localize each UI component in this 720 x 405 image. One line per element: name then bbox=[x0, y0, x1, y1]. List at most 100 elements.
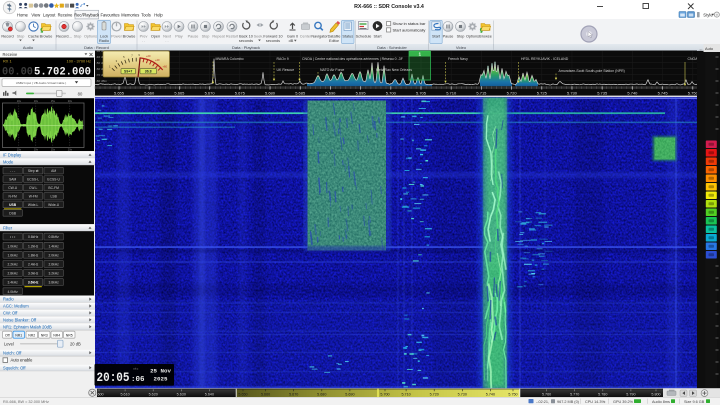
svg-text:20 dB: 20 dB bbox=[70, 342, 81, 347]
svg-text:Pause: Pause bbox=[188, 34, 199, 38]
svg-text:5.760: 5.760 bbox=[542, 393, 551, 397]
svg-text:Play: Play bbox=[175, 34, 182, 38]
svg-text:Options: Options bbox=[84, 34, 97, 38]
svg-text:Tools: Tools bbox=[141, 13, 151, 18]
svg-text:Options: Options bbox=[466, 34, 479, 38]
svg-text:Mode: Mode bbox=[3, 159, 14, 164]
svg-text:Wide-L: Wide-L bbox=[28, 203, 39, 207]
svg-text:N-FM: N-FM bbox=[9, 195, 17, 199]
svg-text:2.6kHz: 2.6kHz bbox=[49, 263, 60, 267]
svg-text:3.6kHz: 3.6kHz bbox=[28, 281, 39, 285]
svg-text:CPU 14.3%: CPU 14.3% bbox=[585, 400, 605, 404]
svg-text:Layout: Layout bbox=[43, 13, 56, 18]
svg-text:5.660: 5.660 bbox=[144, 90, 155, 95]
svg-text:Video: Video bbox=[456, 45, 467, 50]
svg-text:5.725: 5.725 bbox=[537, 90, 548, 95]
svg-text:Lock: Lock bbox=[100, 34, 108, 38]
svg-text:NR1: Ephraim Malah 20dB: NR1: Ephraim Malah 20dB bbox=[3, 324, 52, 329]
svg-text:5.800: 5.800 bbox=[651, 393, 660, 397]
svg-text:10s: 10s bbox=[34, 148, 39, 152]
svg-text:Notch: Off: Notch: Off bbox=[3, 350, 22, 355]
svg-text:2.2kHz: 2.2kHz bbox=[8, 263, 19, 267]
svg-text:NR2: NR2 bbox=[28, 333, 35, 337]
svg-text:5.720: 5.720 bbox=[430, 393, 439, 397]
svg-text:+40: +40 bbox=[155, 58, 160, 62]
svg-text:15s: 15s bbox=[51, 99, 56, 103]
svg-text:Rec/Playback: Rec/Playback bbox=[74, 13, 100, 18]
svg-text:5.780: 5.780 bbox=[598, 393, 607, 397]
svg-text:LSB: LSB bbox=[51, 195, 58, 199]
svg-text:Stop: Stop bbox=[17, 34, 25, 38]
svg-text:↕: ↕ bbox=[604, 400, 606, 404]
svg-text:5.685: 5.685 bbox=[295, 90, 306, 95]
svg-text:NATO Air Force: NATO Air Force bbox=[320, 68, 344, 72]
svg-text:3.0kHz: 3.0kHz bbox=[28, 272, 39, 276]
svg-text:RX 1: RX 1 bbox=[3, 59, 12, 64]
svg-text:2025: 2025 bbox=[154, 376, 168, 383]
svg-text:10s: 10s bbox=[34, 99, 39, 103]
svg-text:5.655: 5.655 bbox=[114, 90, 125, 95]
svg-text:BC-FM: BC-FM bbox=[48, 186, 59, 190]
svg-text:NR5: NR5 bbox=[66, 333, 73, 337]
svg-text:Size 9.6 GB: Size 9.6 GB bbox=[684, 400, 705, 404]
svg-text:5.740: 5.740 bbox=[486, 393, 495, 397]
svg-text:RX-666 :: SDR Console v3.4: RX-666 :: SDR Console v3.4 bbox=[354, 4, 424, 10]
svg-text:1.4kHz: 1.4kHz bbox=[49, 244, 60, 248]
svg-text:French Navy: French Navy bbox=[448, 57, 468, 61]
svg-text:10s: 10s bbox=[17, 148, 22, 152]
svg-text:36.8: 36.8 bbox=[145, 70, 152, 74]
svg-text:5.730: 5.730 bbox=[567, 90, 578, 95]
svg-text:Datafile: Datafile bbox=[328, 34, 341, 38]
svg-text:Metz Rax New Orleans: Metz Rax New Orleans bbox=[376, 68, 412, 72]
svg-text:. .: . . bbox=[142, 39, 145, 43]
svg-text:HFDL REYKJAVIK - ICELAND: HFDL REYKJAVIK - ICELAND bbox=[521, 57, 569, 61]
svg-text:5.790: 5.790 bbox=[626, 393, 635, 397]
svg-text:+20: +20 bbox=[146, 54, 151, 58]
svg-text:3.2kHz: 3.2kHz bbox=[49, 272, 60, 276]
svg-text:3.8kHz: 3.8kHz bbox=[49, 281, 60, 285]
svg-text:Back 10: Back 10 bbox=[239, 34, 253, 38]
svg-text:5.680: 5.680 bbox=[317, 393, 326, 397]
svg-text:Cache: Cache bbox=[28, 34, 39, 38]
svg-text:5.675: 5.675 bbox=[235, 90, 246, 95]
svg-text:Start automatically: Start automatically bbox=[393, 28, 426, 33]
svg-text:Level: Level bbox=[4, 342, 14, 347]
svg-text:Record...: Record... bbox=[56, 34, 71, 38]
svg-text:MWARA Colombo: MWARA Colombo bbox=[216, 57, 244, 61]
svg-text:Noise Blanker: Off: Noise Blanker: Off bbox=[3, 317, 37, 322]
svg-text:SAM: SAM bbox=[9, 178, 16, 182]
svg-text:5.670: 5.670 bbox=[205, 90, 216, 95]
svg-text:Filter: Filter bbox=[3, 225, 13, 230]
svg-text:00.00: 00.00 bbox=[2, 66, 33, 78]
svg-text:Radio: Radio bbox=[99, 39, 109, 43]
svg-text:NR1: NR1 bbox=[15, 333, 22, 337]
svg-text:--02:21,: --02:21, bbox=[536, 400, 549, 404]
svg-text:5.690: 5.690 bbox=[345, 393, 354, 397]
svg-text:Record: Record bbox=[1, 34, 13, 38]
svg-text:5.690: 5.690 bbox=[325, 90, 336, 95]
svg-text:Wide-U: Wide-U bbox=[48, 203, 60, 207]
svg-text:dB: dB bbox=[289, 39, 294, 43]
svg-text:W-FM: W-FM bbox=[29, 195, 38, 199]
svg-text:Auto: Auto bbox=[705, 46, 713, 51]
svg-text:2.4kHz: 2.4kHz bbox=[28, 263, 39, 267]
svg-text:Audio 8ms: Audio 8ms bbox=[652, 400, 670, 404]
svg-text:Audio: Audio bbox=[23, 45, 34, 50]
svg-text:Auto enable: Auto enable bbox=[11, 358, 34, 363]
svg-text:15s: 15s bbox=[51, 148, 56, 152]
svg-text:AM: AM bbox=[51, 169, 56, 173]
svg-text:10s: 10s bbox=[17, 99, 22, 103]
svg-text::06: :06 bbox=[131, 376, 145, 384]
svg-text:Editor: Editor bbox=[329, 39, 340, 43]
svg-text:2.8kHz: 2.8kHz bbox=[8, 272, 19, 276]
svg-text:+60: +60 bbox=[163, 65, 168, 69]
svg-text:20:05: 20:05 bbox=[97, 370, 130, 385]
svg-text:5.740: 5.740 bbox=[627, 90, 638, 95]
svg-text:Help: Help bbox=[154, 13, 163, 18]
svg-text:5.640: 5.640 bbox=[205, 393, 214, 397]
svg-text:Browse: Browse bbox=[479, 34, 492, 38]
svg-text:S9+7: S9+7 bbox=[124, 70, 132, 74]
svg-text:- - -: - - - bbox=[10, 169, 15, 173]
svg-text:Forward 10: Forward 10 bbox=[263, 34, 282, 38]
svg-text:Receive: Receive bbox=[3, 52, 19, 57]
